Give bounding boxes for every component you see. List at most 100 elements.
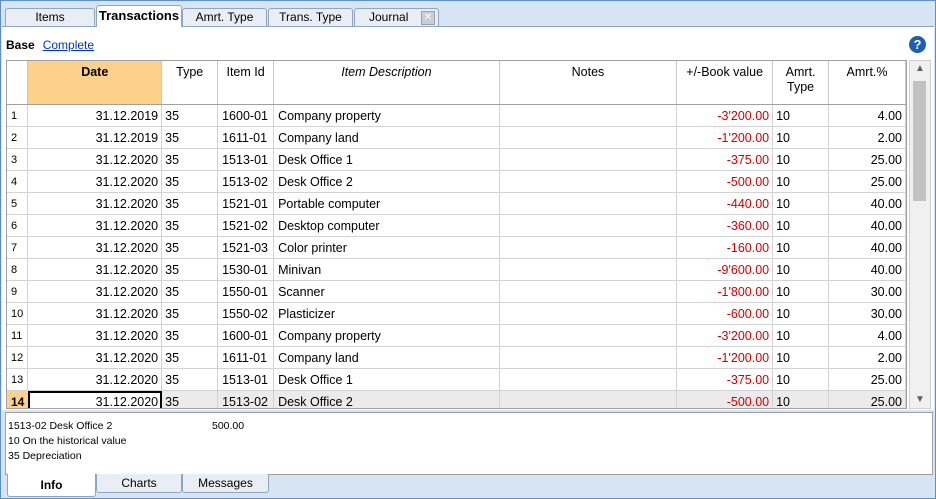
amrt-percent-cell[interactable]: 2.00 xyxy=(828,346,906,369)
amrt-type-cell[interactable]: 10 xyxy=(772,346,830,369)
item-id-cell[interactable]: 1611-01 xyxy=(217,126,275,149)
type-cell[interactable]: 35 xyxy=(161,280,219,303)
column-header-item-id[interactable]: Item Id xyxy=(217,61,275,105)
table-row[interactable]: 12 31.12.2020 35 1611-01 Company land -1'200.… xyxy=(7,346,906,369)
scroll-down-icon[interactable]: ▼ xyxy=(910,392,930,408)
book-value-cell[interactable]: -1'800.00 xyxy=(676,280,774,303)
amrt-percent-cell[interactable]: 40.00 xyxy=(828,258,906,281)
item-description-cell[interactable]: Scanner xyxy=(273,280,500,303)
amrt-percent-cell[interactable]: 25.00 xyxy=(828,368,906,391)
scroll-up-icon[interactable]: ▲ xyxy=(910,61,930,77)
item-id-cell[interactable]: 1600-01 xyxy=(217,324,275,347)
item-id-cell[interactable]: 1521-02 xyxy=(217,214,275,237)
item-description-cell[interactable]: Company land xyxy=(273,126,500,149)
item-id-cell[interactable]: 1521-03 xyxy=(217,236,275,259)
date-cell[interactable]: 31.12.2020 xyxy=(27,148,163,171)
amrt-type-cell[interactable]: 10 xyxy=(772,104,830,127)
column-header-type[interactable]: Type xyxy=(161,61,219,105)
notes-cell[interactable] xyxy=(499,368,678,391)
column-header-amrt-percent[interactable]: Amrt.% xyxy=(828,61,906,105)
item-description-cell[interactable]: Minivan xyxy=(273,258,500,281)
notes-cell[interactable] xyxy=(499,324,678,347)
table-row[interactable]: 4 31.12.2020 35 1513-02 Desk Office 2 -500.00… xyxy=(7,170,906,193)
table-row[interactable]: 5 31.12.2020 35 1521-01 Portable computer -44… xyxy=(7,192,906,215)
column-header-amrt-type[interactable]: Amrt. Type xyxy=(772,61,830,105)
amrt-type-cell[interactable]: 10 xyxy=(772,126,830,149)
table-row[interactable]: 6 31.12.2020 35 1521-02 Desktop computer -360… xyxy=(7,214,906,237)
item-id-cell[interactable]: 1550-02 xyxy=(217,302,275,325)
type-cell[interactable]: 35 xyxy=(161,236,219,259)
date-cell[interactable]: 31.12.2020 xyxy=(27,280,163,303)
amrt-type-cell[interactable]: 10 xyxy=(772,214,830,237)
item-id-cell[interactable]: 1521-01 xyxy=(217,192,275,215)
book-value-cell[interactable]: -1'200.00 xyxy=(676,126,774,149)
item-id-cell[interactable]: 1530-01 xyxy=(217,258,275,281)
amrt-percent-cell[interactable]: 2.00 xyxy=(828,126,906,149)
column-header-item-description[interactable]: Item Description xyxy=(273,61,500,105)
date-cell[interactable]: 31.12.2020 xyxy=(27,346,163,369)
book-value-cell[interactable]: -600.00 xyxy=(676,302,774,325)
amrt-percent-cell[interactable]: 25.00 xyxy=(828,390,906,408)
type-cell[interactable]: 35 xyxy=(161,390,219,408)
book-value-cell[interactable]: -3'200.00 xyxy=(676,324,774,347)
amrt-type-cell[interactable]: 10 xyxy=(772,324,830,347)
item-description-cell[interactable]: Company property xyxy=(273,104,500,127)
view-complete-link[interactable]: Complete xyxy=(43,38,94,52)
type-cell[interactable]: 35 xyxy=(161,368,219,391)
notes-cell[interactable] xyxy=(499,258,678,281)
notes-cell[interactable] xyxy=(499,390,678,408)
scrollbar-thumb[interactable] xyxy=(913,81,926,201)
tab-trans-type[interactable]: Trans. Type xyxy=(268,8,353,26)
amrt-type-cell[interactable]: 10 xyxy=(772,170,830,193)
amrt-percent-cell[interactable]: 4.00 xyxy=(828,104,906,127)
type-cell[interactable]: 35 xyxy=(161,258,219,281)
amrt-type-cell[interactable]: 10 xyxy=(772,280,830,303)
date-cell[interactable]: 31.12.2020 xyxy=(27,236,163,259)
tab-journal[interactable]: Journal ✕ xyxy=(354,8,439,26)
amrt-percent-cell[interactable]: 30.00 xyxy=(828,302,906,325)
item-description-cell[interactable]: Color printer xyxy=(273,236,500,259)
notes-cell[interactable] xyxy=(499,148,678,171)
item-id-cell[interactable]: 1513-02 xyxy=(217,170,275,193)
date-cell[interactable]: 31.12.2020 xyxy=(27,368,163,391)
table-row[interactable]: 2 31.12.2019 35 1611-01 Company land -1'200.0… xyxy=(7,126,906,149)
date-cell[interactable]: 31.12.2020 xyxy=(27,214,163,237)
book-value-cell[interactable]: -1'200.00 xyxy=(676,346,774,369)
type-cell[interactable]: 35 xyxy=(161,302,219,325)
tab-messages[interactable]: Messages xyxy=(182,474,269,493)
amrt-percent-cell[interactable]: 40.00 xyxy=(828,192,906,215)
amrt-type-cell[interactable]: 10 xyxy=(772,390,830,408)
notes-cell[interactable] xyxy=(499,170,678,193)
item-id-cell[interactable]: 1611-01 xyxy=(217,346,275,369)
date-cell[interactable]: 31.12.2020 xyxy=(27,170,163,193)
book-value-cell[interactable]: -360.00 xyxy=(676,214,774,237)
type-cell[interactable]: 35 xyxy=(161,192,219,215)
book-value-cell[interactable]: -160.00 xyxy=(676,236,774,259)
book-value-cell[interactable]: -9'600.00 xyxy=(676,258,774,281)
amrt-type-cell[interactable]: 10 xyxy=(772,302,830,325)
date-cell[interactable]: 31.12.2020 xyxy=(27,258,163,281)
notes-cell[interactable] xyxy=(499,104,678,127)
notes-cell[interactable] xyxy=(499,346,678,369)
book-value-cell[interactable]: -500.00 xyxy=(676,390,774,408)
item-id-cell[interactable]: 1550-01 xyxy=(217,280,275,303)
column-header-date[interactable]: Date xyxy=(27,61,163,105)
table-row[interactable]: 3 31.12.2020 35 1513-01 Desk Office 1 -375.00… xyxy=(7,148,906,171)
notes-cell[interactable] xyxy=(499,236,678,259)
table-row[interactable]: 14 31.12.2020 35 1513-02 Desk Office 2 -500.0… xyxy=(7,390,906,408)
amrt-percent-cell[interactable]: 30.00 xyxy=(828,280,906,303)
column-header-book-value[interactable]: +/-Book value xyxy=(676,61,774,105)
item-description-cell[interactable]: Desktop computer xyxy=(273,214,500,237)
notes-cell[interactable] xyxy=(499,280,678,303)
amrt-type-cell[interactable]: 10 xyxy=(772,148,830,171)
item-description-cell[interactable]: Desk Office 1 xyxy=(273,368,500,391)
date-cell[interactable]: 31.12.2020 xyxy=(27,390,163,408)
date-cell[interactable]: 31.12.2020 xyxy=(27,302,163,325)
amrt-percent-cell[interactable]: 4.00 xyxy=(828,324,906,347)
type-cell[interactable]: 35 xyxy=(161,324,219,347)
table-row[interactable]: 1 31.12.2019 35 1600-01 Company property -3'2… xyxy=(7,104,906,127)
vertical-scrollbar[interactable]: ▲ ▼ xyxy=(909,60,931,409)
item-description-cell[interactable]: Portable computer xyxy=(273,192,500,215)
tab-charts[interactable]: Charts xyxy=(96,474,182,493)
table-row[interactable]: 8 31.12.2020 35 1530-01 Minivan -9'600.00 10 40… xyxy=(7,258,906,281)
